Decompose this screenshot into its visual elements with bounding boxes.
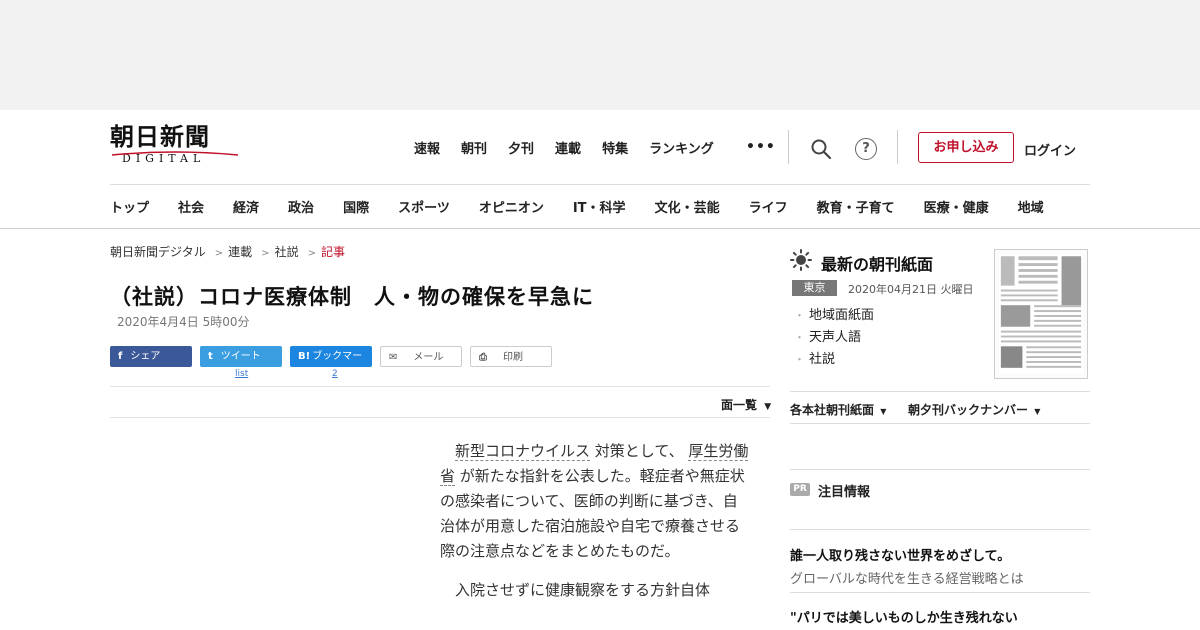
paper-date: 2020年04月21日 火曜日 [848,283,974,296]
cat-it-science[interactable]: IT・科学 [573,197,626,216]
facebook-icon: f [118,351,123,362]
edition-links: 地域面紙面 天声人語 社説 [794,305,874,371]
newspaper-thumbnail[interactable] [994,249,1088,379]
caret-down-icon: ▼ [764,402,772,412]
divider [110,417,770,418]
hatena-icon: B! [298,351,311,362]
link-shasetsu[interactable]: 社説 [794,349,874,371]
breadcrumb-rensai[interactable]: 連載 [228,245,252,259]
divider [790,423,1090,424]
cat-top[interactable]: トップ [110,197,149,216]
breadcrumb-home[interactable]: 朝日新聞デジタル [110,245,206,259]
mail-label: メール [413,352,444,363]
breadcrumb-separator: > [261,248,270,259]
pr-badge: PR [790,483,810,496]
divider [790,469,1090,470]
hatena-bookmark-button[interactable]: B! ブックマーク [290,346,372,383]
logo-text: 朝日新聞 [110,122,210,151]
pr-item-title[interactable]: "パリでは美しいものしか生き残れない [790,607,1018,626]
login-link[interactable]: ログイン [1024,140,1076,159]
page-list-label: 面一覧 [721,398,758,412]
link-tenseijingo[interactable]: 天声人語 [794,327,874,349]
sun-icon [790,249,812,271]
twitter-icon: t [208,351,213,362]
cat-sports[interactable]: スポーツ [398,197,450,216]
facebook-share-button[interactable]: f シェア [110,346,192,367]
logo-swoosh [111,151,239,156]
top-nav: 速報 朝刊 夕刊 連載 特集 ランキング [414,138,735,157]
cat-life[interactable]: ライフ [749,197,788,216]
caret-down-icon: ▼ [880,407,887,416]
topnav-tokushu[interactable]: 特集 [602,138,628,157]
topnav-rensai[interactable]: 連載 [555,138,581,157]
cat-culture[interactable]: 文化・芸能 [655,197,720,216]
cat-economy[interactable]: 経済 [233,197,259,216]
pr-section-title: 注目情報 [818,485,871,500]
breadcrumb-shasetsu[interactable]: 社説 [275,245,299,259]
article-text: が新たな指針を公表した。軽症者や無症状の感染者について、医師の判断に基づき、自治… [440,467,745,560]
breadcrumb-separator: > [307,248,316,259]
article-date: 2020年4月4日 5時00分 [117,315,250,329]
subscribe-button[interactable]: お申し込み [918,132,1014,163]
keyword-link[interactable]: 新型コロナウイルス [455,442,591,461]
link-chiiki[interactable]: 地域面紙面 [794,305,874,327]
asahi-digital-logo[interactable]: 朝日新聞 DIGITAL [110,124,242,168]
print-label: 印刷 [503,352,523,363]
divider [897,130,898,164]
topnav-ranking[interactable]: ランキング [649,138,714,157]
regional-edition-label: 各本社朝刊紙面 [790,403,875,417]
search-icon[interactable] [810,138,832,160]
twitter-tweet-button[interactable]: t ツイート [200,346,282,367]
topnav-choukan[interactable]: 朝刊 [461,138,487,157]
divider [790,592,1090,593]
divider [110,386,770,387]
header-divider [110,184,1090,185]
article-text: 対策として、 [590,442,689,460]
category-nav: トップ 社会 経済 政治 国際 スポーツ オピニオン IT・科学 文化・芸能 ラ… [110,197,1044,216]
tweet-count[interactable]: list [235,369,248,379]
cat-international[interactable]: 国際 [343,197,369,216]
cat-health[interactable]: 医療・健康 [924,197,989,216]
facebook-share-label: シェア [130,351,161,362]
tweet-label: ツイート [220,351,261,362]
latest-edition-title[interactable]: 最新の朝刊紙面 [821,251,933,275]
site-header: 朝日新聞 DIGITAL 速報 朝刊 夕刊 連載 特集 ランキング ••• ? … [0,110,1200,229]
mail-button[interactable]: ✉ メール [380,346,462,367]
pr-item-title[interactable]: 誰一人取り残さない世界をめざして。 [790,545,1010,564]
back-number-dropdown[interactable]: 朝夕刊バックナンバー ▼ [908,401,1040,418]
cat-region[interactable]: 地域 [1018,197,1044,216]
cat-education[interactable]: 教育・子育て [817,197,895,216]
back-number-label: 朝夕刊バックナンバー [908,403,1029,417]
ad-banner-area [0,0,1200,110]
edition-badge: 東京 [792,280,837,296]
article-body: 新型コロナウイルス 対策として、 厚生労働省 が新たな指針を公表した。軽症者や無… [440,439,750,617]
print-icon: ⎙ [479,352,487,363]
more-menu-icon[interactable]: ••• [746,139,776,155]
cat-society[interactable]: 社会 [178,197,204,216]
breadcrumb-separator: > [214,248,224,259]
print-button[interactable]: ⎙ 印刷 [470,346,552,367]
cat-politics[interactable]: 政治 [288,197,314,216]
topnav-yukan[interactable]: 夕刊 [508,138,534,157]
bookmark-count[interactable]: 2 [332,369,338,379]
page-list-dropdown[interactable]: 面一覧 ▼ [721,396,771,413]
topnav-sokuho[interactable]: 速報 [414,138,440,157]
breadcrumb: 朝日新聞デジタル > 連載 > 社説 > 記事 [110,243,349,260]
regional-edition-dropdown[interactable]: 各本社朝刊紙面 ▼ [790,401,886,418]
breadcrumb-current: 記事 [320,245,345,259]
cat-opinion[interactable]: オピニオン [479,197,544,216]
caret-down-icon: ▼ [1034,407,1041,416]
divider [790,529,1090,530]
divider [790,391,1090,392]
pr-item-subtitle[interactable]: グローバルな時代を生きる経営戦略とは [790,568,1024,587]
mail-icon: ✉ [389,352,398,363]
article-paragraph: 入院させずに健康観察をする方針自体 [455,581,711,599]
article-paragraph: 新型コロナウイルス 対策として、 厚生労働省 が新たな指針を公表した。軽症者や無… [440,439,750,564]
article-title: （社説）コロナ医療体制 人・物の確保を早急に [110,285,594,309]
help-icon[interactable]: ? [855,138,877,160]
divider [788,130,789,164]
